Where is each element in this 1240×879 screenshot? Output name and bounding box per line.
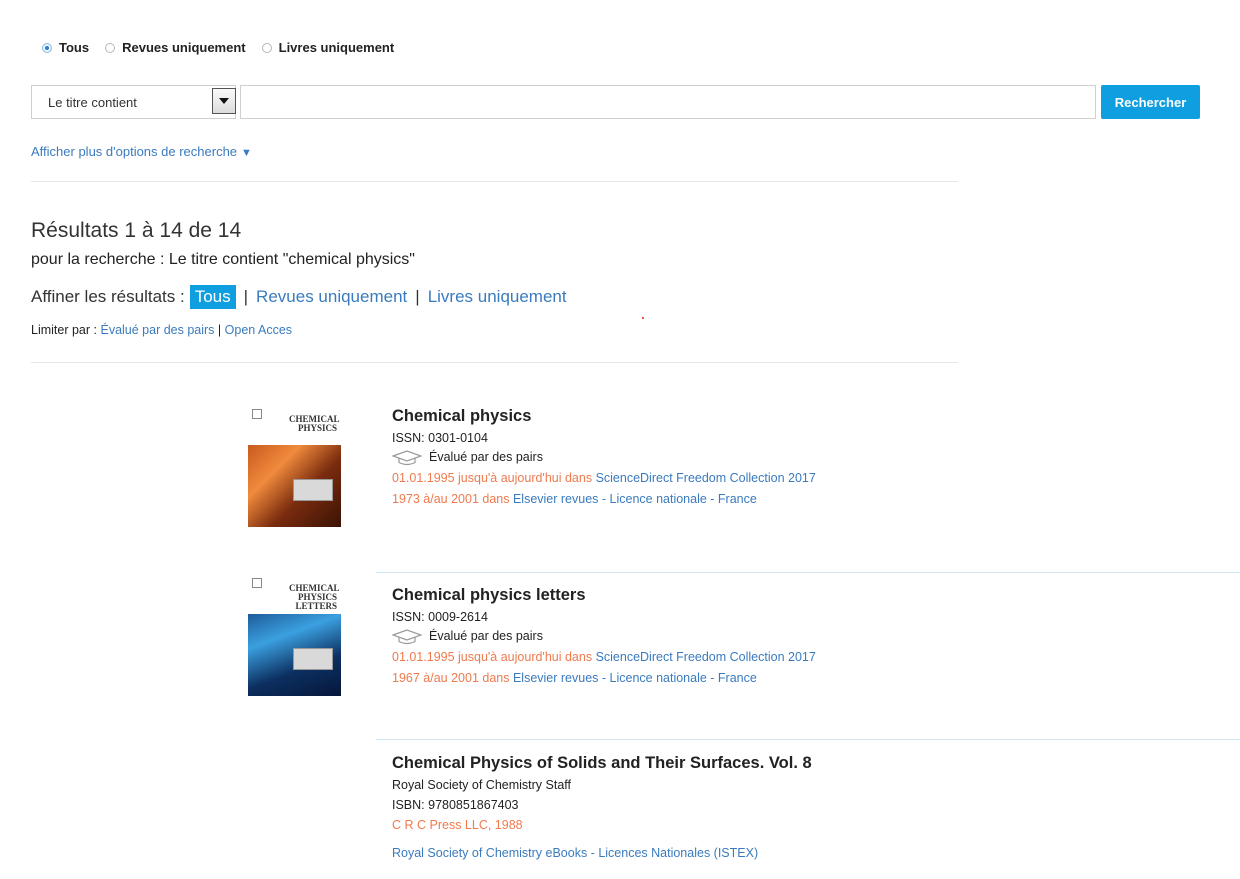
refine-results: Affiner les résultats : Tous | Revues un…: [31, 283, 567, 311]
isbn: ISBN: 9780851867403: [392, 798, 519, 812]
divider: [376, 572, 1240, 573]
result-title[interactable]: Chemical physics letters: [392, 586, 1232, 605]
holding-range: 01.01.1995 jusqu'à aujourd'hui dans: [392, 471, 593, 485]
result-item: Chemical physics ISSN: 0301-0104 Évalué …: [392, 407, 1232, 510]
result-title[interactable]: Chemical physics: [392, 407, 1232, 426]
refine-option-books[interactable]: Livres uniquement: [428, 287, 567, 307]
journal-cover-image[interactable]: CHEMICAL PHYSICS: [248, 407, 341, 530]
holding-line: 01.01.1995 jusqu'à aujourd'hui dans Scie…: [392, 468, 1232, 489]
results-count-title: Résultats 1 à 14 de 14: [31, 219, 242, 242]
peer-reviewed-badge: Évalué par des pairs: [392, 626, 1232, 647]
holding-source-link[interactable]: Royal Society of Chemistry eBooks - Lice…: [392, 846, 758, 860]
radio-button[interactable]: [105, 42, 116, 53]
holding-range: 1973 à/au 2001 dans: [392, 492, 510, 506]
refine-label: Affiner les résultats :: [31, 287, 185, 306]
holding-source-link[interactable]: ScienceDirect Freedom Collection 2017: [596, 471, 816, 485]
search-field-select[interactable]: Le titre contient: [31, 85, 236, 119]
divider: [376, 739, 1240, 740]
issn: ISSN: 0301-0104: [392, 431, 488, 445]
limit-open-access-link[interactable]: Open Acces: [225, 323, 292, 337]
holding-line: 01.01.1995 jusqu'à aujourd'hui dans Scie…: [392, 647, 1232, 668]
radio-label: Revues uniquement: [122, 40, 246, 55]
radio-label: Livres uniquement: [278, 40, 395, 55]
limit-label: Limiter par :: [31, 323, 97, 337]
results-query-subtitle: pour la recherche : Le titre contient "c…: [31, 251, 415, 268]
radio-books-only[interactable]: Livres uniquement: [261, 40, 395, 55]
result-title[interactable]: Chemical Physics of Solids and Their Sur…: [392, 754, 1232, 773]
holding-source-link[interactable]: Elsevier revues - Licence nationale - Fr…: [513, 492, 757, 506]
more-search-options-link[interactable]: Afficher plus d'options de recherche ▼: [31, 144, 252, 159]
search-field-selected: Le titre contient: [48, 94, 137, 110]
divider: [31, 362, 958, 363]
triangle-down-icon: ▼: [241, 147, 252, 159]
radio-button-checked[interactable]: [42, 42, 52, 53]
publisher-logo-icon: [252, 578, 262, 588]
graduation-cap-icon: [392, 449, 422, 465]
separator: |: [415, 287, 420, 306]
radio-label: Tous: [59, 40, 90, 55]
search-input[interactable]: [240, 85, 1096, 119]
radio-button[interactable]: [261, 42, 272, 53]
more-options-label: Afficher plus d'options de recherche: [31, 144, 238, 159]
author: Royal Society of Chemistry Staff: [392, 778, 572, 792]
publisher-logo-icon: [252, 409, 262, 419]
cover-title: CHEMICAL PHYSICS LETTERS: [289, 583, 340, 611]
divider: [31, 181, 958, 182]
search-bar: Le titre contient Rechercher: [31, 85, 1201, 119]
radio-all[interactable]: Tous: [42, 40, 89, 55]
search-button[interactable]: Rechercher: [1101, 85, 1200, 119]
holding-range: 01.01.1995 jusqu'à aujourd'hui dans: [392, 650, 593, 664]
holding-line: 1973 à/au 2001 dans Elsevier revues - Li…: [392, 489, 1232, 510]
decorative-dot: [642, 317, 644, 319]
journal-cover-image[interactable]: CHEMICAL PHYSICS LETTERS: [248, 576, 341, 698]
refine-option-journals[interactable]: Revues uniquement: [256, 287, 407, 307]
type-filter-radios: Tous Revues uniquement Livres uniquement: [42, 40, 410, 55]
holding-line: Royal Society of Chemistry eBooks - Lice…: [392, 843, 1232, 864]
chevron-down-icon[interactable]: [212, 88, 236, 114]
peer-reviewed-label: Évalué par des pairs: [429, 629, 543, 643]
holding-source-link[interactable]: ScienceDirect Freedom Collection 2017: [596, 650, 816, 664]
radio-journals-only[interactable]: Revues uniquement: [105, 40, 246, 55]
separator: |: [243, 287, 249, 306]
peer-reviewed-badge: Évalué par des pairs: [392, 447, 1232, 468]
holding-line: 1967 à/au 2001 dans Elsevier revues - Li…: [392, 668, 1232, 689]
holding-source-link[interactable]: Elsevier revues - Licence nationale - Fr…: [513, 671, 757, 685]
result-item: Chemical physics letters ISSN: 0009-2614…: [392, 586, 1232, 689]
graduation-cap-icon: [392, 628, 422, 644]
limit-by: Limiter par : Évalué par des pairs | Ope…: [31, 323, 293, 337]
limit-peer-reviewed-link[interactable]: Évalué par des pairs: [100, 323, 214, 337]
holding-range: 1967 à/au 2001 dans: [392, 671, 510, 685]
issn: ISSN: 0009-2614: [392, 610, 488, 624]
refine-option-all[interactable]: Tous: [189, 285, 236, 309]
cover-title: CHEMICAL PHYSICS: [289, 414, 340, 433]
publisher: C R C Press LLC, 1988: [392, 818, 523, 832]
result-item: Chemical Physics of Solids and Their Sur…: [392, 754, 1232, 864]
peer-reviewed-label: Évalué par des pairs: [429, 450, 543, 464]
